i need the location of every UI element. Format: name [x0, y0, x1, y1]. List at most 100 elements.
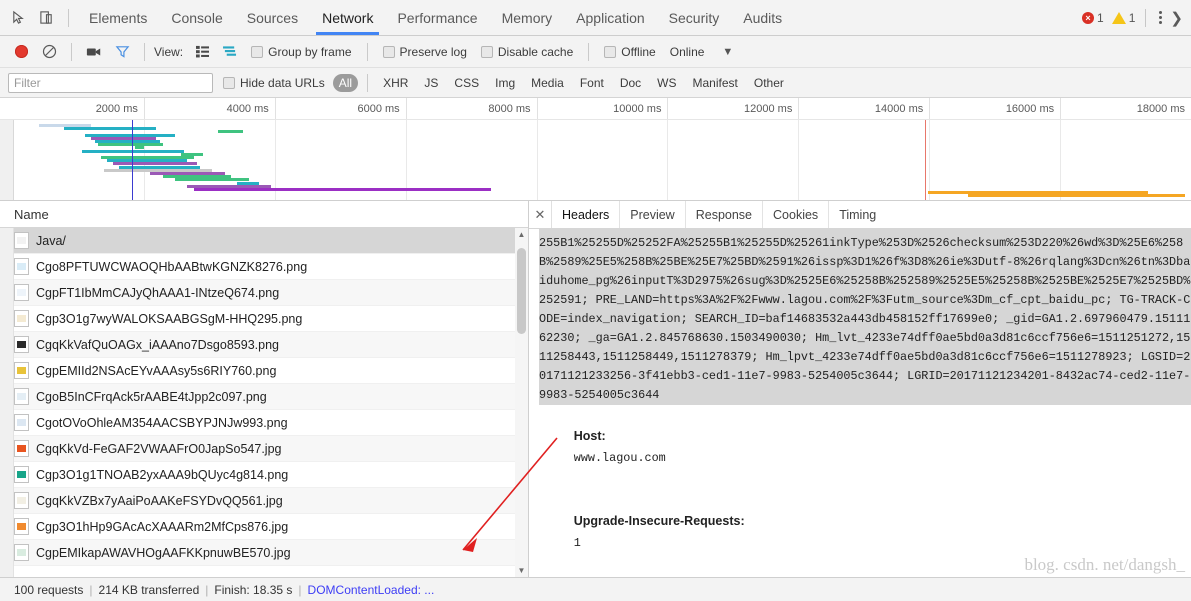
column-header-name[interactable]: Name	[0, 201, 528, 228]
filter-type-other[interactable]: Other	[748, 74, 790, 92]
image-icon	[14, 414, 29, 431]
tab-headers[interactable]: Headers	[552, 201, 621, 228]
cookie-header-value: 592%2525E6%25252581%25252594%2525E7%2525…	[539, 229, 1191, 405]
detail-pane: ✕ Headers Preview Response Cookies Timin…	[529, 201, 1191, 577]
request-list-scrollbar[interactable]: ▲ ▼	[515, 228, 528, 577]
filter-type-media[interactable]: Media	[525, 74, 570, 92]
table-row[interactable]: Cgp3O1hHp9GAcAcXAAARm2MfCps876.jpg	[0, 514, 528, 540]
waterfall-view-icon[interactable]	[217, 40, 243, 64]
checkbox-label: Offline	[621, 44, 656, 59]
tab-label: Application	[576, 9, 645, 26]
tab-label: Performance	[397, 9, 478, 26]
tabbar-right-controls: × 1 1 ❯	[1079, 8, 1191, 27]
table-row[interactable]: CgoB5InCFrqAck5rAABE4tJpp2c097.png	[0, 384, 528, 410]
image-icon	[14, 492, 29, 509]
tab-console[interactable]: Console	[159, 0, 234, 35]
divider	[366, 42, 368, 61]
image-icon	[14, 362, 29, 379]
tab-label: Security	[668, 9, 720, 26]
filter-funnel-button[interactable]	[109, 40, 135, 64]
tab-sources[interactable]: Sources	[235, 0, 310, 35]
warning-count-badge[interactable]: 1	[1109, 11, 1139, 25]
table-row[interactable]: Java/	[0, 228, 528, 254]
overview-gutter	[0, 120, 14, 200]
image-icon	[14, 466, 29, 483]
request-name: CgqKkVZBx7yAaiPoAAKeFSYDvQQ561.jpg	[36, 493, 283, 508]
overview-gridlines	[14, 120, 1191, 200]
table-row[interactable]: Cgp3O1g7wyWALOKSAABGSgM-HHQ295.png	[0, 306, 528, 332]
tab-elements[interactable]: Elements	[77, 0, 159, 35]
group-by-frame-checkbox[interactable]: Group by frame	[251, 45, 352, 59]
tab-timing[interactable]: Timing	[829, 201, 886, 228]
preserve-log-checkbox[interactable]: Preserve log	[382, 45, 467, 59]
image-icon	[14, 518, 29, 535]
table-row[interactable]: CgpFT1IbMmCAJyQhAAA1-INtzeQ674.png	[0, 280, 528, 306]
close-icon[interactable]: ✕	[529, 201, 552, 228]
filter-type-js[interactable]: JS	[418, 74, 444, 92]
scrollbar-thumb[interactable]	[517, 248, 526, 334]
tab-preview[interactable]: Preview	[620, 201, 686, 228]
list-view-icon[interactable]	[189, 40, 215, 64]
table-row[interactable]: CgqKkVZBx7yAaiPoAAKeFSYDvQQ561.jpg	[0, 488, 528, 514]
toolbar-divider	[68, 8, 69, 27]
disable-cache-checkbox[interactable]: Disable cache	[480, 44, 574, 59]
table-row[interactable]: CgqKkVafQuOAGx_iAAAno7Dsgo8593.png	[0, 332, 528, 358]
kebab-menu-icon[interactable]	[1153, 11, 1168, 24]
offline-checkbox[interactable]: Offline	[604, 44, 656, 59]
filter-bar: Hide data URLs All XHR JS CSS Img Media …	[0, 68, 1191, 98]
camera-button[interactable]	[81, 40, 107, 64]
filter-type-img[interactable]: Img	[489, 74, 521, 92]
table-row[interactable]: CgqKkVd-FeGAF2VWAAFrO0JapSo547.jpg	[0, 436, 528, 462]
throttling-select[interactable]: Online	[670, 45, 705, 59]
filter-type-doc[interactable]: Doc	[614, 74, 647, 92]
ruler-tick: 8000 ms	[407, 98, 538, 119]
tab-response[interactable]: Response	[686, 201, 764, 228]
table-row[interactable]: CgpEMIkapAWAVHOgAAFKKpnuwBE570.jpg	[0, 540, 528, 566]
overview-bar	[218, 130, 244, 134]
table-row[interactable]: CgpEMIId2NSAcEYvAAAsy5s6RIY760.png	[0, 358, 528, 384]
filter-type-ws[interactable]: WS	[651, 74, 682, 92]
request-rows[interactable]: Java/Cgo8PFTUWCWAOQHbAABtwKGNZK8276.png C…	[0, 228, 528, 577]
filter-type-css[interactable]: CSS	[448, 74, 485, 92]
tab-application[interactable]: Application	[564, 0, 657, 35]
devtools-window: Elements Console Sources Network Perform…	[0, 0, 1191, 601]
filter-type-all[interactable]: All	[332, 73, 359, 92]
filter-type-xhr[interactable]: XHR	[377, 74, 414, 92]
header-row: Host: www.lagou.com	[539, 405, 1191, 490]
error-icon: ×	[1082, 11, 1095, 24]
request-name: CgoB5InCFrqAck5rAABE4tJpp2c097.png	[36, 389, 267, 404]
clear-button[interactable]	[36, 40, 62, 64]
chevron-down-icon[interactable]: ▼	[722, 46, 733, 58]
hide-data-urls-checkbox[interactable]: Hide data URLs	[223, 76, 325, 90]
filter-type-font[interactable]: Font	[574, 74, 610, 92]
warning-icon	[1111, 11, 1126, 24]
headers-content[interactable]: 592%2525E6%25252581%25252594%2525E7%2525…	[529, 229, 1191, 577]
scroll-down-arrow[interactable]: ▼	[515, 566, 528, 575]
table-row[interactable]: CgotOVoOhleAM354AACSBYPJNJw993.png	[0, 410, 528, 436]
chevron-right-icon[interactable]: ❯	[1170, 9, 1185, 27]
search-input[interactable]	[8, 72, 213, 93]
record-button[interactable]	[8, 40, 34, 64]
overview-bar	[63, 127, 157, 131]
tab-audits[interactable]: Audits	[731, 0, 794, 35]
filter-type-manifest[interactable]: Manifest	[687, 74, 744, 92]
table-row[interactable]: Cgo8PFTUWCWAOQHbAABtwKGNZK8276.png	[0, 254, 528, 280]
tab-security[interactable]: Security	[657, 0, 732, 35]
transferred-size: 214 KB transferred	[98, 582, 200, 597]
tab-memory[interactable]: Memory	[490, 0, 565, 35]
image-icon	[14, 544, 29, 561]
request-name: CgpFT1IbMmCAJyQhAAA1-INtzeQ674.png	[36, 285, 280, 300]
network-overview-chart[interactable]	[0, 120, 1191, 201]
table-row[interactable]: Cgp3O1g1TNOAB2yxAAA9bQUyc4g814.png	[0, 462, 528, 488]
device-toolbar-icon[interactable]	[32, 4, 60, 32]
tab-performance[interactable]: Performance	[385, 0, 489, 35]
divider	[71, 42, 72, 61]
tab-label: Sources	[246, 9, 299, 26]
scroll-up-arrow[interactable]: ▲	[515, 230, 528, 239]
error-count-badge[interactable]: × 1	[1079, 11, 1107, 25]
checkbox-box	[604, 45, 617, 58]
tab-network[interactable]: Network	[310, 0, 385, 35]
inspect-element-icon[interactable]	[4, 4, 32, 32]
checkbox-label: Disable cache	[497, 44, 574, 59]
tab-cookies[interactable]: Cookies	[763, 201, 830, 228]
